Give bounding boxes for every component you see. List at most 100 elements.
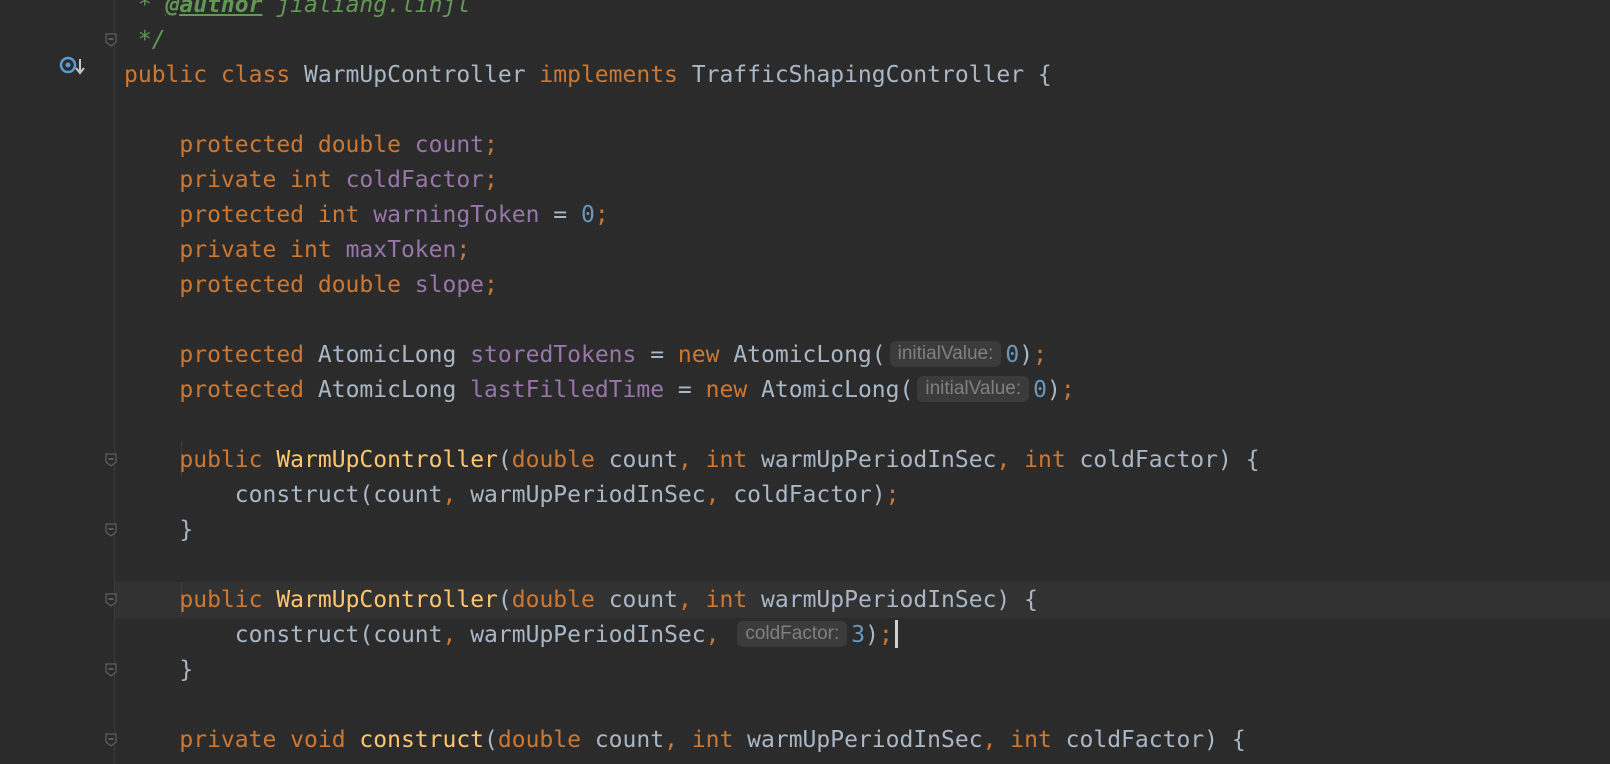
- code-token: *: [124, 0, 166, 18]
- code-token: }: [124, 657, 194, 683]
- code-token: double: [511, 447, 609, 473]
- code-line[interactable]: construct(count, warmUpPeriodInSec, cold…: [124, 477, 900, 513]
- code-token: slope: [414, 272, 485, 298]
- code-line[interactable]: }: [124, 512, 193, 548]
- code-token: AtomicLong: [317, 377, 471, 403]
- code-token: protected int: [179, 202, 374, 228]
- code-token: ;: [1060, 377, 1075, 403]
- code-line[interactable]: protected AtomicLong storedTokens = new …: [124, 337, 1047, 373]
- code-token: ;: [885, 482, 900, 508]
- code-line[interactable]: protected double count;: [124, 127, 498, 163]
- code-token: protected: [179, 342, 318, 368]
- code-line[interactable]: * @author jialiang.linjl: [124, 0, 470, 23]
- code-token: WarmUpController: [276, 587, 498, 613]
- code-token: count: [414, 132, 485, 158]
- parameter-hint: initialValue:: [889, 340, 1002, 367]
- code-token: ): [1019, 342, 1034, 368]
- code-token: =: [650, 342, 678, 368]
- fold-marker-icon[interactable]: [105, 593, 117, 607]
- code-token: ;: [456, 237, 471, 263]
- fold-marker-icon[interactable]: [105, 733, 117, 747]
- code-token: (: [497, 587, 512, 613]
- code-token: , int: [677, 587, 762, 613]
- code-token: ;: [484, 167, 498, 193]
- code-token: ,: [705, 482, 734, 508]
- code-token: private int: [179, 237, 346, 263]
- code-token: count: [608, 447, 678, 473]
- code-token: ;: [1033, 342, 1047, 368]
- code-token: ;: [879, 622, 893, 648]
- code-token: , int: [996, 447, 1080, 473]
- code-line[interactable]: protected int warningToken = 0;: [124, 197, 608, 233]
- code-token: TrafficShapingController {: [691, 62, 1052, 88]
- code-token: ;: [484, 272, 498, 298]
- code-token: , int: [982, 727, 1066, 753]
- code-token: =: [553, 202, 581, 228]
- code-token: private void: [179, 727, 360, 753]
- code-line[interactable]: protected double slope;: [124, 267, 498, 303]
- code-line[interactable]: private int coldFactor;: [124, 162, 498, 198]
- code-token: double: [511, 587, 609, 613]
- implementation-marker-icon[interactable]: [58, 54, 88, 80]
- code-line[interactable]: construct(count, warmUpPeriodInSec, cold…: [124, 617, 898, 653]
- code-token: public: [179, 587, 277, 613]
- code-token: maxToken: [345, 237, 457, 263]
- code-token: construct: [359, 727, 485, 753]
- code-token: ): [1046, 377, 1061, 403]
- editor-gutter[interactable]: [0, 0, 110, 764]
- code-line[interactable]: protected AtomicLong lastFilledTime = ne…: [124, 372, 1075, 408]
- code-token: implements: [539, 62, 692, 88]
- code-token: ,: [442, 482, 471, 508]
- code-editor[interactable]: * @author jialiang.linjl */ public class …: [0, 0, 1610, 764]
- code-line[interactable]: }: [124, 652, 193, 688]
- fold-marker-icon[interactable]: [105, 523, 117, 537]
- code-token: public class: [124, 62, 305, 88]
- code-token: jialiang.linjl: [262, 0, 471, 18]
- code-token: */: [124, 27, 166, 53]
- fold-gutter-line: [114, 0, 115, 764]
- fold-marker-icon[interactable]: [105, 663, 117, 677]
- code-token: , int: [664, 727, 748, 753]
- code-token: , int: [677, 447, 762, 473]
- fold-marker-icon[interactable]: [105, 33, 117, 47]
- code-token: coldFactor): [733, 482, 886, 508]
- code-line[interactable]: public WarmUpController(double count, in…: [124, 442, 1260, 478]
- fold-marker-icon[interactable]: [105, 453, 117, 467]
- code-token: coldFactor) {: [1079, 447, 1260, 473]
- code-token: (: [497, 447, 512, 473]
- code-token: warmUpPeriodInSec) {: [761, 587, 1038, 613]
- code-line[interactable]: private void construct(double count, int…: [124, 722, 1245, 758]
- code-token: coldFactor: [345, 167, 485, 193]
- code-token: AtomicLong(: [761, 377, 914, 403]
- code-token: 0: [1005, 342, 1020, 368]
- code-token: 3: [851, 622, 866, 648]
- code-token: =: [677, 377, 706, 403]
- code-token: count: [594, 727, 665, 753]
- code-token: WarmUpController: [304, 62, 540, 88]
- code-token: (: [484, 727, 498, 753]
- code-token: storedTokens: [470, 342, 651, 368]
- code-token: protected double: [179, 272, 415, 298]
- code-token: 0: [1033, 377, 1047, 403]
- code-line[interactable]: public class WarmUpController implements…: [124, 57, 1052, 93]
- code-token: warningToken: [373, 202, 554, 228]
- code-line[interactable]: public WarmUpController(double count, in…: [124, 582, 1038, 618]
- code-token: construct(count: [124, 482, 443, 508]
- code-token: 0: [580, 202, 595, 228]
- code-line[interactable]: private int maxToken;: [124, 232, 470, 268]
- code-line[interactable]: */: [124, 22, 166, 58]
- code-token: public: [179, 447, 277, 473]
- parameter-hint: initialValue:: [917, 375, 1030, 402]
- code-token: count: [608, 587, 678, 613]
- code-token: new: [677, 342, 734, 368]
- code-token: construct(count: [124, 622, 443, 648]
- code-token: AtomicLong: [317, 342, 471, 368]
- code-token: warmUpPeriodInSec: [747, 727, 983, 753]
